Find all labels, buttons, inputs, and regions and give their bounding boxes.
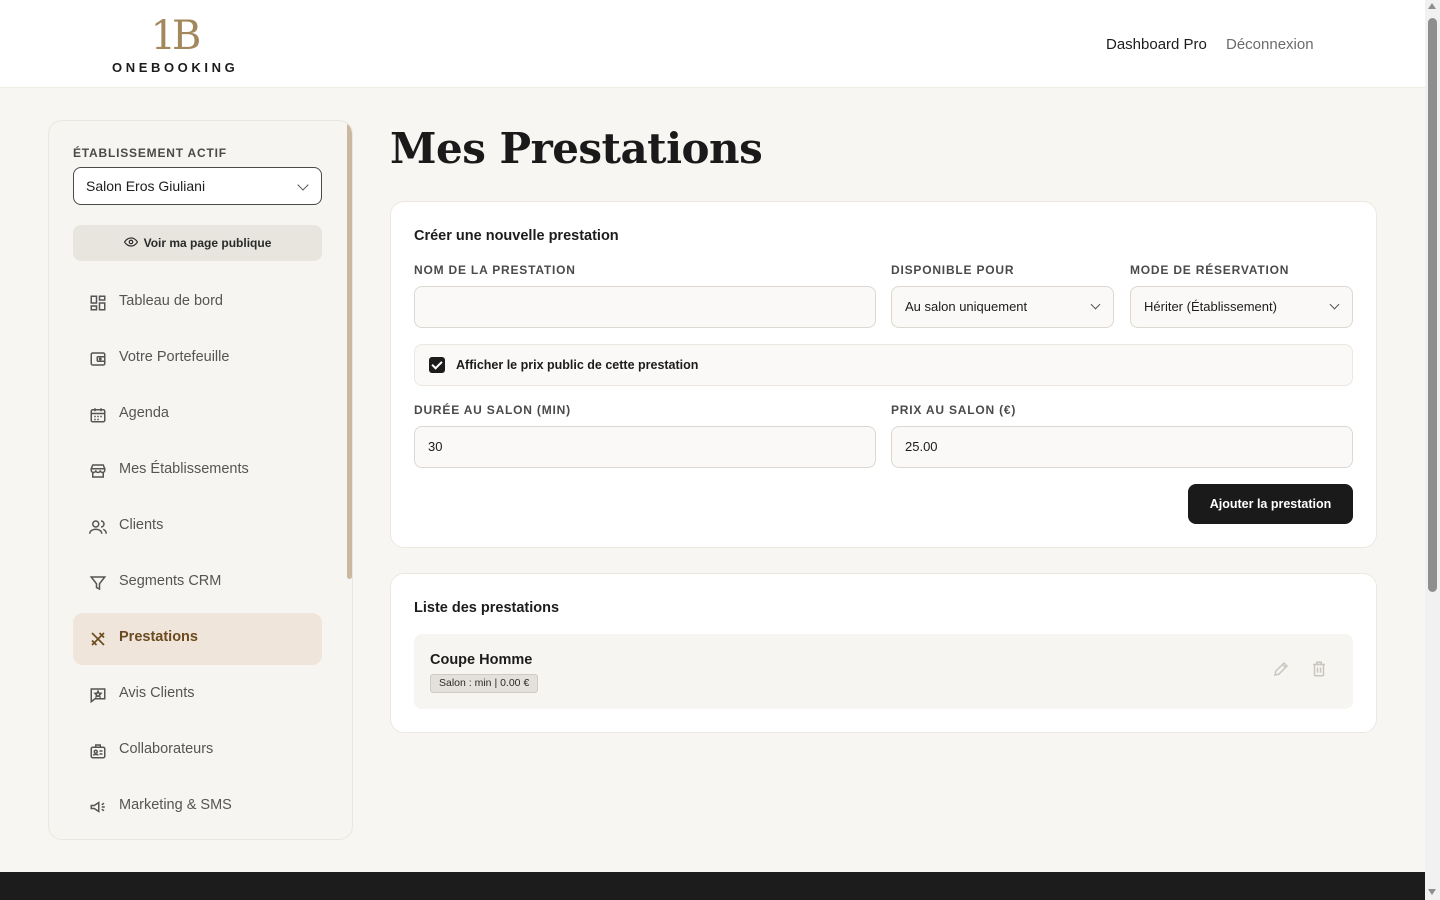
sidebar: ÉTABLISSEMENT ACTIF Salon Eros Giuliani …	[48, 120, 353, 840]
available-for-value: Au salon uniquement	[905, 299, 1028, 314]
calendar-icon	[90, 408, 106, 423]
available-for-select[interactable]: Au salon uniquement	[891, 286, 1114, 328]
list-item: Coupe Homme Salon : min | 0.00 €	[414, 634, 1353, 709]
sidebar-item-dashboard[interactable]: Tableau de bord	[73, 277, 322, 329]
dashboard-pro-link[interactable]: Dashboard Pro	[1106, 36, 1207, 53]
chevron-down-icon	[297, 179, 309, 191]
footer-band	[0, 872, 1425, 900]
sidebar-item-label: Tableau de bord	[119, 293, 223, 309]
logout-link[interactable]: Déconnexion	[1226, 36, 1314, 53]
sidebar-item-establishments[interactable]: Mes Établissements	[73, 445, 322, 497]
sidebar-item-wallet[interactable]: Votre Portefeuille	[73, 333, 322, 385]
badge-icon	[90, 744, 106, 759]
establishment-select[interactable]: Salon Eros Giuliani	[73, 167, 322, 205]
users-icon	[89, 520, 107, 534]
price-input[interactable]: 25.00	[891, 426, 1353, 468]
name-field-label: NOM DE LA PRESTATION	[414, 263, 576, 277]
sidebar-item-label: Agenda	[119, 405, 169, 421]
tools-icon	[91, 632, 105, 646]
dashboard-icon	[90, 295, 106, 311]
prestation-name: Coupe Homme	[430, 652, 533, 668]
sidebar-item-label: Prestations	[119, 629, 198, 645]
duration-field-label: DURÉE AU SALON (MIN)	[414, 403, 571, 417]
active-establishment-label: ÉTABLISSEMENT ACTIF	[73, 146, 227, 160]
wallet-icon	[90, 352, 106, 366]
scroll-down-icon[interactable]	[1428, 889, 1436, 895]
scroll-thumb[interactable]	[1428, 18, 1437, 592]
prestation-name-input[interactable]	[414, 286, 876, 328]
store-icon	[90, 464, 106, 478]
filter-icon	[89, 576, 107, 591]
create-prestation-card: Créer une nouvelle prestation NOM DE LA …	[390, 201, 1377, 548]
sidebar-item-label: Collaborateurs	[119, 741, 214, 757]
prestations-list-card: Liste des prestations Coupe Homme Salon …	[390, 573, 1377, 733]
booking-mode-label: MODE DE RÉSERVATION	[1130, 263, 1290, 277]
review-icon	[90, 688, 106, 704]
show-price-row[interactable]: Afficher le prix public de cette prestat…	[414, 344, 1353, 386]
sidebar-item-collaborators[interactable]: Collaborateurs	[73, 725, 322, 777]
brand-logo[interactable]: 1B ONEBOOKING	[112, 14, 236, 75]
price-field-label: PRIX AU SALON (€)	[891, 403, 1017, 417]
booking-mode-value: Hériter (Établissement)	[1144, 299, 1277, 314]
booking-mode-select[interactable]: Hériter (Établissement)	[1130, 286, 1353, 328]
available-for-label: DISPONIBLE POUR	[891, 263, 1015, 277]
edit-icon[interactable]	[1272, 660, 1290, 678]
sidebar-item-reviews[interactable]: Avis Clients	[73, 669, 322, 721]
view-public-page-label: Voir ma page publique	[143, 236, 272, 250]
sidebar-item-segments[interactable]: Segments CRM	[73, 557, 322, 609]
add-prestation-button[interactable]: Ajouter la prestation	[1188, 484, 1353, 524]
sidebar-item-label: Avis Clients	[119, 685, 195, 701]
top-header: 1B ONEBOOKING Dashboard Pro Déconnexion	[0, 0, 1425, 88]
trash-icon[interactable]	[1310, 660, 1328, 678]
sidebar-item-label: Votre Portefeuille	[119, 349, 230, 365]
sidebar-item-prestations[interactable]: Prestations	[73, 613, 322, 665]
sidebar-item-clients[interactable]: Clients	[73, 501, 322, 553]
create-card-title: Créer une nouvelle prestation	[414, 228, 619, 244]
page-scrollbar[interactable]	[1425, 0, 1440, 900]
sidebar-item-marketing[interactable]: Marketing & SMS	[73, 781, 322, 833]
megaphone-icon	[90, 801, 105, 813]
sidebar-item-label: Clients	[119, 517, 164, 533]
logo-text: ONEBOOKING	[112, 60, 239, 75]
list-card-title: Liste des prestations	[414, 600, 560, 616]
sidebar-item-label: Segments CRM	[119, 573, 222, 589]
establishment-select-value: Salon Eros Giuliani	[86, 178, 206, 194]
chevron-down-icon	[1090, 299, 1101, 310]
sidebar-item-label: Marketing & SMS	[119, 797, 232, 813]
sidebar-item-agenda[interactable]: Agenda	[73, 389, 322, 441]
show-price-checkbox[interactable]	[429, 357, 445, 373]
logo-mark: 1B	[150, 13, 202, 59]
eye-icon	[123, 237, 138, 247]
sidebar-item-label: Mes Établissements	[119, 461, 249, 477]
show-price-label: Afficher le prix public de cette prestat…	[456, 358, 699, 372]
duration-input[interactable]: 30	[414, 426, 876, 468]
view-public-page-button[interactable]: Voir ma page publique	[73, 225, 322, 261]
prestation-badge: Salon : min | 0.00 €	[430, 674, 539, 693]
chevron-down-icon	[1329, 299, 1340, 310]
sidebar-scroll-thumb[interactable]	[347, 123, 352, 579]
page-title: Mes Prestations	[390, 124, 763, 173]
scroll-up-icon[interactable]	[1428, 3, 1436, 9]
